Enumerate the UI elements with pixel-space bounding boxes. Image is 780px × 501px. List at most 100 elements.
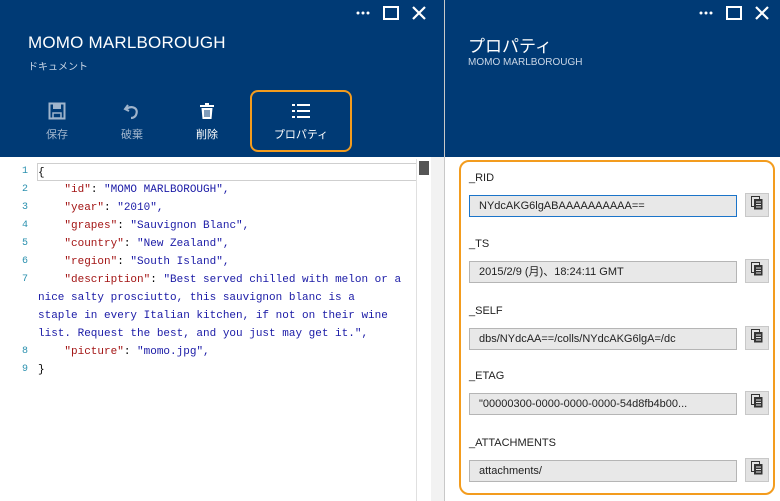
copy-icon	[751, 195, 763, 215]
property-label: _ATTACHMENTS	[469, 437, 556, 449]
delete-label: 削除	[196, 129, 218, 141]
json-value: nice salty prosciutto, this sauvignon bl…	[38, 292, 355, 304]
property-value-field[interactable]: NYdcAKG6lgABAAAAAAAAAA==	[469, 195, 737, 217]
json-key: "picture"	[64, 346, 124, 358]
property-ts: _TS 2015/2/9 (月)、18:24:11 GMT	[469, 238, 769, 283]
properties-blade-header: プロパティ MOMO MARLBOROUGH	[445, 0, 780, 157]
property-label: _ETAG	[469, 370, 505, 382]
line-number: 3	[21, 202, 28, 213]
json-key: "description"	[64, 274, 151, 286]
line-number: 5	[21, 238, 28, 249]
json-value: "Sauvignon Blanc",	[130, 220, 250, 232]
property-value-field[interactable]: 2015/2/9 (月)、18:24:11 GMT	[469, 261, 737, 283]
json-value: list. Request the best, and you just may…	[38, 328, 369, 340]
line-number: 4	[21, 220, 28, 231]
delete-button[interactable]: 削除	[171, 90, 243, 152]
json-value: "2010",	[117, 202, 164, 214]
save-icon	[48, 100, 66, 122]
line-number: 9	[21, 364, 28, 375]
json-value: "New Zealand",	[137, 238, 230, 250]
copy-button[interactable]	[745, 259, 769, 283]
copy-button[interactable]	[745, 193, 769, 217]
properties-list: _RID NYdcAKG6lgABAAAAAAAAAA== _TS 2015/2…	[459, 160, 775, 495]
code-line: }	[38, 361, 418, 379]
line-number: 2	[21, 184, 28, 195]
code-line: "id": "MOMO MARLBOROUGH",	[64, 184, 230, 196]
code-line: {	[37, 163, 418, 181]
properties-subtitle: MOMO MARLBOROUGH	[468, 57, 583, 68]
line-number: 8	[21, 346, 28, 357]
document-subtitle: ドキュメント	[28, 62, 88, 73]
document-blade-header: MOMO MARLBOROUGH ドキュメント 保存 破棄 削除 プロパティ	[0, 0, 444, 157]
json-key: "region"	[64, 256, 118, 268]
property-self: _SELF dbs/NYdcAA==/colls/NYdcAKG6lgA=/dc	[469, 305, 769, 350]
property-value-field[interactable]: "00000300-0000-0000-0000-54d8fb4b00...	[469, 393, 737, 415]
json-value: "Best served chilled with melon or a	[163, 274, 402, 286]
close-icon[interactable]	[753, 4, 771, 22]
copy-button[interactable]	[745, 391, 769, 415]
line-number	[0, 325, 32, 343]
json-value: "momo.jpg",	[137, 346, 210, 358]
property-rid: _RID NYdcAKG6lgABAAAAAAAAAA==	[469, 172, 769, 217]
property-label: _RID	[469, 172, 495, 184]
more-icon[interactable]	[354, 4, 372, 22]
line-number: 1	[21, 166, 28, 177]
json-key: "year"	[64, 202, 105, 214]
line-number	[0, 307, 32, 325]
copy-icon	[751, 460, 763, 480]
properties-blade: プロパティ MOMO MARLBOROUGH _RID NYdcAKG6lgAB…	[444, 0, 780, 501]
more-icon[interactable]	[697, 4, 715, 22]
discard-label: 破棄	[121, 129, 143, 141]
scrollbar-thumb[interactable]	[419, 161, 429, 175]
copy-icon	[751, 261, 763, 281]
property-value-field[interactable]: attachments/	[469, 460, 737, 482]
code-line: staple in every Italian kitchen, if not …	[38, 307, 418, 325]
json-value: "South Island",	[130, 256, 230, 268]
editor-scrollbar[interactable]	[416, 159, 430, 501]
properties-title: プロパティ	[468, 37, 552, 56]
line-number	[0, 289, 32, 307]
document-title: MOMO MARLBOROUGH	[28, 33, 226, 52]
code-line: "country": "New Zealand",	[64, 238, 230, 250]
blade-gutter	[431, 157, 444, 501]
copy-button[interactable]	[745, 458, 769, 482]
code-line: "region": "South Island",	[64, 256, 230, 268]
code-area[interactable]: { "id": "MOMO MARLBOROUGH", "year": "201…	[37, 163, 418, 379]
discard-button[interactable]: 破棄	[96, 90, 168, 152]
save-button[interactable]: 保存	[21, 90, 93, 152]
code-text: }	[38, 364, 45, 376]
code-line: "description": "Best served chilled with…	[64, 274, 402, 286]
json-value: staple in every Italian kitchen, if not …	[38, 310, 388, 322]
copy-icon	[751, 393, 763, 413]
code-line: "picture": "momo.jpg",	[64, 346, 210, 358]
save-label: 保存	[46, 129, 68, 141]
json-key: "grapes"	[64, 220, 118, 232]
window-controls	[354, 4, 428, 22]
code-line: list. Request the best, and you just may…	[38, 325, 418, 343]
properties-label: プロパティ	[273, 129, 329, 141]
line-number: 6	[21, 256, 28, 267]
maximize-icon[interactable]	[725, 4, 743, 22]
copy-icon	[751, 328, 763, 348]
copy-button[interactable]	[745, 326, 769, 350]
document-toolbar: 保存 破棄 削除 プロパティ	[0, 90, 444, 152]
properties-button[interactable]: プロパティ	[250, 90, 352, 152]
maximize-icon[interactable]	[382, 4, 400, 22]
property-attachments: _ATTACHMENTS attachments/	[469, 437, 769, 482]
property-value-field[interactable]: dbs/NYdcAA==/colls/NYdcAKG6lgA=/dc	[469, 328, 737, 350]
trash-icon	[198, 100, 216, 122]
line-number: 7	[21, 274, 28, 285]
document-blade: MOMO MARLBOROUGH ドキュメント 保存 破棄 削除 プロパティ 1…	[0, 0, 444, 501]
property-etag: _ETAG "00000300-0000-0000-0000-54d8fb4b0…	[469, 370, 769, 415]
code-text: {	[38, 167, 45, 179]
list-icon	[291, 100, 311, 122]
code-line: nice salty prosciutto, this sauvignon bl…	[38, 289, 418, 307]
code-line: "grapes": "Sauvignon Blanc",	[64, 220, 250, 232]
code-line: "year": "2010",	[64, 202, 164, 214]
json-key: "country"	[64, 238, 124, 250]
json-editor[interactable]: 1 2 3 4 5 6 7 8 9 { "id": "MOMO MARLBORO…	[0, 157, 431, 501]
json-key: "id"	[64, 184, 91, 196]
property-label: _TS	[469, 238, 490, 250]
close-icon[interactable]	[410, 4, 428, 22]
line-number-gutter: 1 2 3 4 5 6 7 8 9	[0, 163, 32, 379]
